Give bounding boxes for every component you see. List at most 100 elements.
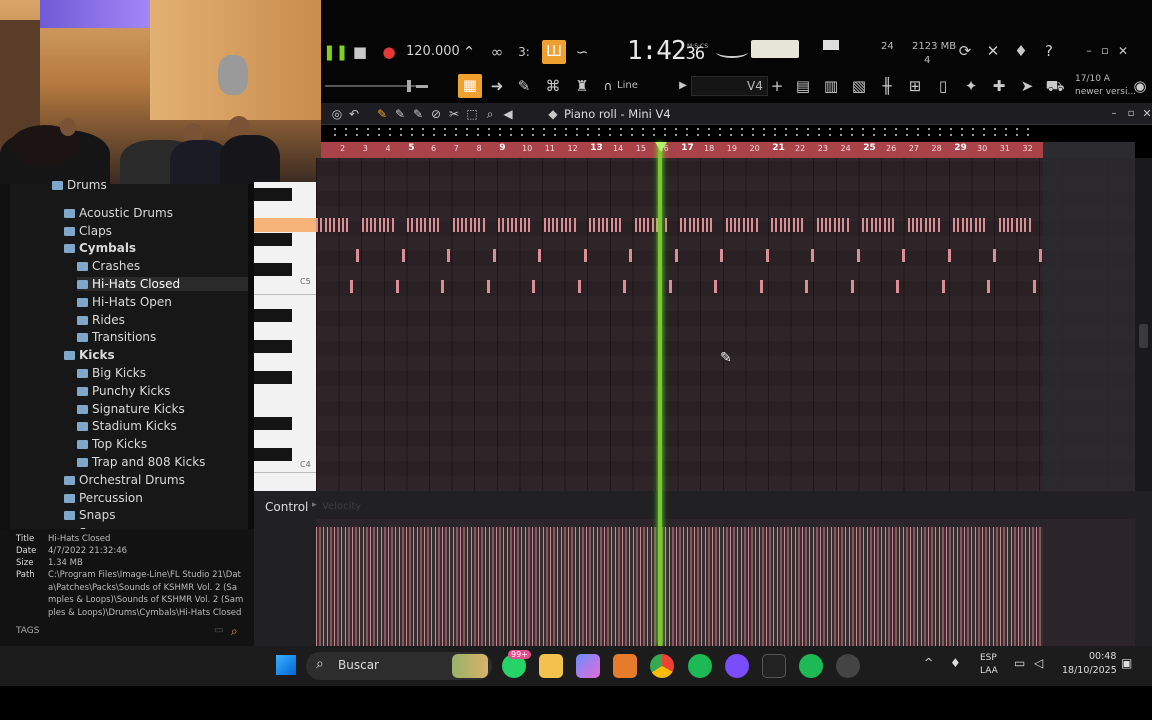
note[interactable] <box>502 218 505 232</box>
note[interactable] <box>316 218 318 232</box>
note[interactable] <box>374 218 377 232</box>
note[interactable] <box>892 218 895 232</box>
note[interactable] <box>447 249 450 262</box>
note[interactable] <box>634 218 637 232</box>
arrows-icon[interactable]: ◆ <box>542 103 564 125</box>
note[interactable] <box>492 249 496 262</box>
note[interactable] <box>383 218 385 232</box>
note[interactable] <box>811 249 814 262</box>
note[interactable] <box>606 218 609 232</box>
note[interactable] <box>411 218 414 232</box>
notification-icon[interactable]: ▣ <box>1121 656 1132 670</box>
stamp-icon[interactable]: ♜ <box>571 75 593 97</box>
browser-item[interactable]: Trap and 808 Kicks <box>77 455 205 469</box>
note[interactable] <box>365 218 368 232</box>
note[interactable] <box>370 218 373 232</box>
note[interactable] <box>883 218 886 232</box>
snap-selector[interactable]: Line <box>617 77 638 95</box>
browser-item[interactable]: Rides <box>77 313 125 327</box>
note[interactable] <box>482 218 485 232</box>
countdown-icon[interactable]: 3: <box>513 41 535 63</box>
note[interactable] <box>965 218 968 232</box>
note[interactable] <box>674 249 678 262</box>
pencil-icon[interactable]: ✎ <box>513 75 535 97</box>
note[interactable] <box>569 218 572 232</box>
note[interactable] <box>692 218 695 232</box>
note[interactable] <box>441 280 444 293</box>
browser-item[interactable]: Snaps <box>64 508 115 522</box>
note[interactable] <box>970 218 973 232</box>
browser-item[interactable]: Stadium Kicks <box>77 419 177 433</box>
note-grid[interactable] <box>316 158 1135 491</box>
note[interactable] <box>734 218 737 232</box>
spotify-icon-2[interactable] <box>799 654 823 678</box>
note[interactable] <box>775 218 778 232</box>
note[interactable] <box>729 218 732 232</box>
note[interactable] <box>751 218 754 232</box>
note[interactable] <box>993 249 996 262</box>
taskbar-search[interactable]: ⌕ Buscar <box>306 652 492 680</box>
browser-item[interactable]: Hi-Hats Open <box>77 295 172 309</box>
globe-icon[interactable]: ◉ <box>1129 75 1151 97</box>
note[interactable] <box>528 218 531 232</box>
note[interactable] <box>519 218 522 232</box>
note[interactable] <box>651 218 654 232</box>
note[interactable] <box>664 218 667 232</box>
note[interactable] <box>850 280 854 293</box>
note[interactable] <box>647 218 650 232</box>
volume-handle[interactable] <box>407 80 411 92</box>
note[interactable] <box>324 218 327 232</box>
browser-item[interactable]: Orchestral Drums <box>64 473 185 487</box>
browser-item[interactable]: Signature Kicks <box>77 402 185 416</box>
note[interactable] <box>523 218 526 232</box>
vertical-scrollbar[interactable] <box>1135 158 1152 491</box>
note[interactable] <box>933 218 936 232</box>
note[interactable] <box>341 218 344 232</box>
chrome-icon[interactable] <box>650 654 674 678</box>
note[interactable] <box>432 218 435 232</box>
browser-item[interactable]: Crashes <box>77 259 140 273</box>
note[interactable] <box>911 218 914 232</box>
note[interactable] <box>1015 218 1018 232</box>
note[interactable] <box>478 218 481 232</box>
note[interactable] <box>573 218 576 232</box>
blend-notes-icon[interactable]: Ш <box>542 40 566 64</box>
note[interactable] <box>486 280 490 293</box>
search-icon[interactable]: ⌕ <box>231 624 238 639</box>
note[interactable] <box>538 249 541 262</box>
link-icon[interactable]: ⌘ <box>542 75 564 97</box>
add-icon[interactable]: + <box>766 75 788 97</box>
piano-roll-icon[interactable]: ▦ <box>458 74 482 98</box>
note[interactable] <box>577 280 581 293</box>
note[interactable] <box>543 218 546 232</box>
note[interactable] <box>415 218 418 232</box>
note[interactable] <box>941 280 945 293</box>
browser-item[interactable]: Claps <box>64 224 112 238</box>
note[interactable] <box>710 218 713 232</box>
pr-close-icon[interactable]: ✕ <box>1136 103 1152 125</box>
note[interactable] <box>838 218 840 232</box>
note[interactable] <box>805 280 808 293</box>
note[interactable] <box>643 218 646 232</box>
note[interactable] <box>771 218 773 232</box>
note[interactable] <box>947 249 951 262</box>
note[interactable] <box>1038 249 1042 262</box>
file-explorer-icon[interactable] <box>539 654 563 678</box>
note[interactable] <box>1002 218 1005 232</box>
note[interactable] <box>688 218 691 232</box>
ableton-live-icon[interactable] <box>762 654 786 678</box>
mixer-icon[interactable]: ▧ <box>848 75 870 97</box>
note[interactable] <box>842 218 845 232</box>
playhead[interactable] <box>658 142 662 646</box>
note[interactable] <box>714 280 717 293</box>
browser-item[interactable]: Hi-Hats Closed <box>77 277 248 291</box>
playlist-icon[interactable]: ▤ <box>792 75 814 97</box>
note[interactable] <box>407 218 409 232</box>
note[interactable] <box>610 218 613 232</box>
note[interactable] <box>887 218 890 232</box>
note[interactable] <box>779 218 782 232</box>
note[interactable] <box>668 280 672 293</box>
note[interactable] <box>506 218 509 232</box>
note[interactable] <box>378 218 381 232</box>
note[interactable] <box>552 218 555 232</box>
